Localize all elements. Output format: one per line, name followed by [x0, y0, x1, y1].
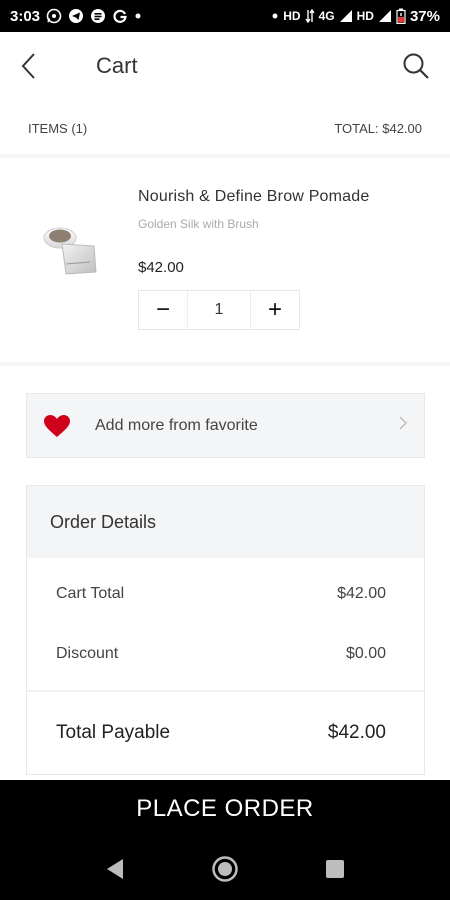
telegram-icon — [68, 8, 84, 24]
dot-icon — [134, 12, 142, 20]
items-count: ITEMS (1) — [28, 120, 88, 136]
chevron-left-icon — [21, 53, 35, 79]
order-line-discount: Discount $0.00 — [27, 624, 424, 684]
status-right: HD 4G HD 37% — [271, 8, 440, 25]
google-icon — [112, 8, 128, 24]
back-triangle-icon — [107, 859, 123, 879]
page-title: Cart — [96, 53, 138, 78]
battery-icon — [396, 8, 406, 24]
order-line-total-payable: Total Payable $42.00 — [27, 692, 424, 774]
nav-recents-button[interactable] — [310, 844, 360, 894]
lte-label: 4G — [318, 9, 335, 23]
nav-back-button[interactable] — [90, 844, 140, 894]
product-image[interactable] — [30, 216, 110, 296]
product-variant: Golden Silk with Brush — [138, 217, 259, 231]
order-line-cart-total: Cart Total $42.00 — [27, 564, 424, 624]
home-circle-icon — [212, 856, 238, 882]
quantity-value: 1 — [187, 291, 251, 329]
order-details-title: Order Details — [27, 486, 424, 558]
chevron-right-icon — [398, 415, 408, 436]
search-icon — [403, 53, 429, 79]
sms-icon — [90, 8, 106, 24]
product-price: $42.00 — [138, 259, 184, 276]
cart-total-label: Cart Total — [56, 585, 125, 602]
search-button[interactable] — [396, 46, 430, 86]
status-bar: 3:03 HD 4G HD 37% — [0, 0, 450, 32]
total-payable-value: $42.00 — [327, 722, 386, 743]
recents-square-icon — [326, 860, 344, 878]
hd2-label: HD — [356, 9, 374, 23]
network-label: HD — [283, 9, 301, 23]
system-nav-bar — [0, 838, 450, 900]
decrease-quantity-button[interactable]: − — [139, 291, 187, 329]
total-payable-label: Total Payable — [56, 722, 171, 743]
order-details-card: Order Details Cart Total $42.00 Discount… — [26, 485, 425, 775]
favorite-label: Add more from favorite — [95, 416, 258, 434]
cart-total-summary: TOTAL: $42.00 — [334, 120, 422, 136]
dot-icon — [271, 12, 279, 20]
increase-quantity-button[interactable]: + — [251, 291, 299, 329]
add-from-favorite-button[interactable]: Add more from favorite — [26, 393, 425, 458]
cart-summary: ITEMS (1) TOTAL: $42.00 — [0, 108, 450, 148]
heart-icon — [44, 414, 70, 437]
wifi-icon — [305, 9, 315, 23]
status-left: 3:03 — [10, 8, 142, 25]
discount-label: Discount — [56, 645, 119, 662]
whatsapp-icon — [46, 8, 62, 24]
nav-home-button[interactable] — [200, 844, 250, 894]
product-name[interactable]: Nourish & Define Brow Pomade — [138, 188, 369, 206]
quantity-stepper: − 1 + — [138, 290, 300, 330]
discount-value: $0.00 — [345, 645, 386, 662]
cart-total-value: $42.00 — [337, 585, 386, 602]
app-header: Cart — [0, 32, 450, 100]
signal-icon — [378, 9, 392, 23]
place-order-button[interactable]: PLACE ORDER — [0, 780, 450, 838]
cart-item: Nourish & Define Brow Pomade Golden Silk… — [0, 158, 450, 362]
status-time: 3:03 — [10, 7, 41, 25]
back-button[interactable] — [20, 46, 50, 86]
signal-icon — [339, 9, 353, 23]
battery-percent: 37% — [409, 7, 440, 25]
divider — [0, 362, 450, 366]
